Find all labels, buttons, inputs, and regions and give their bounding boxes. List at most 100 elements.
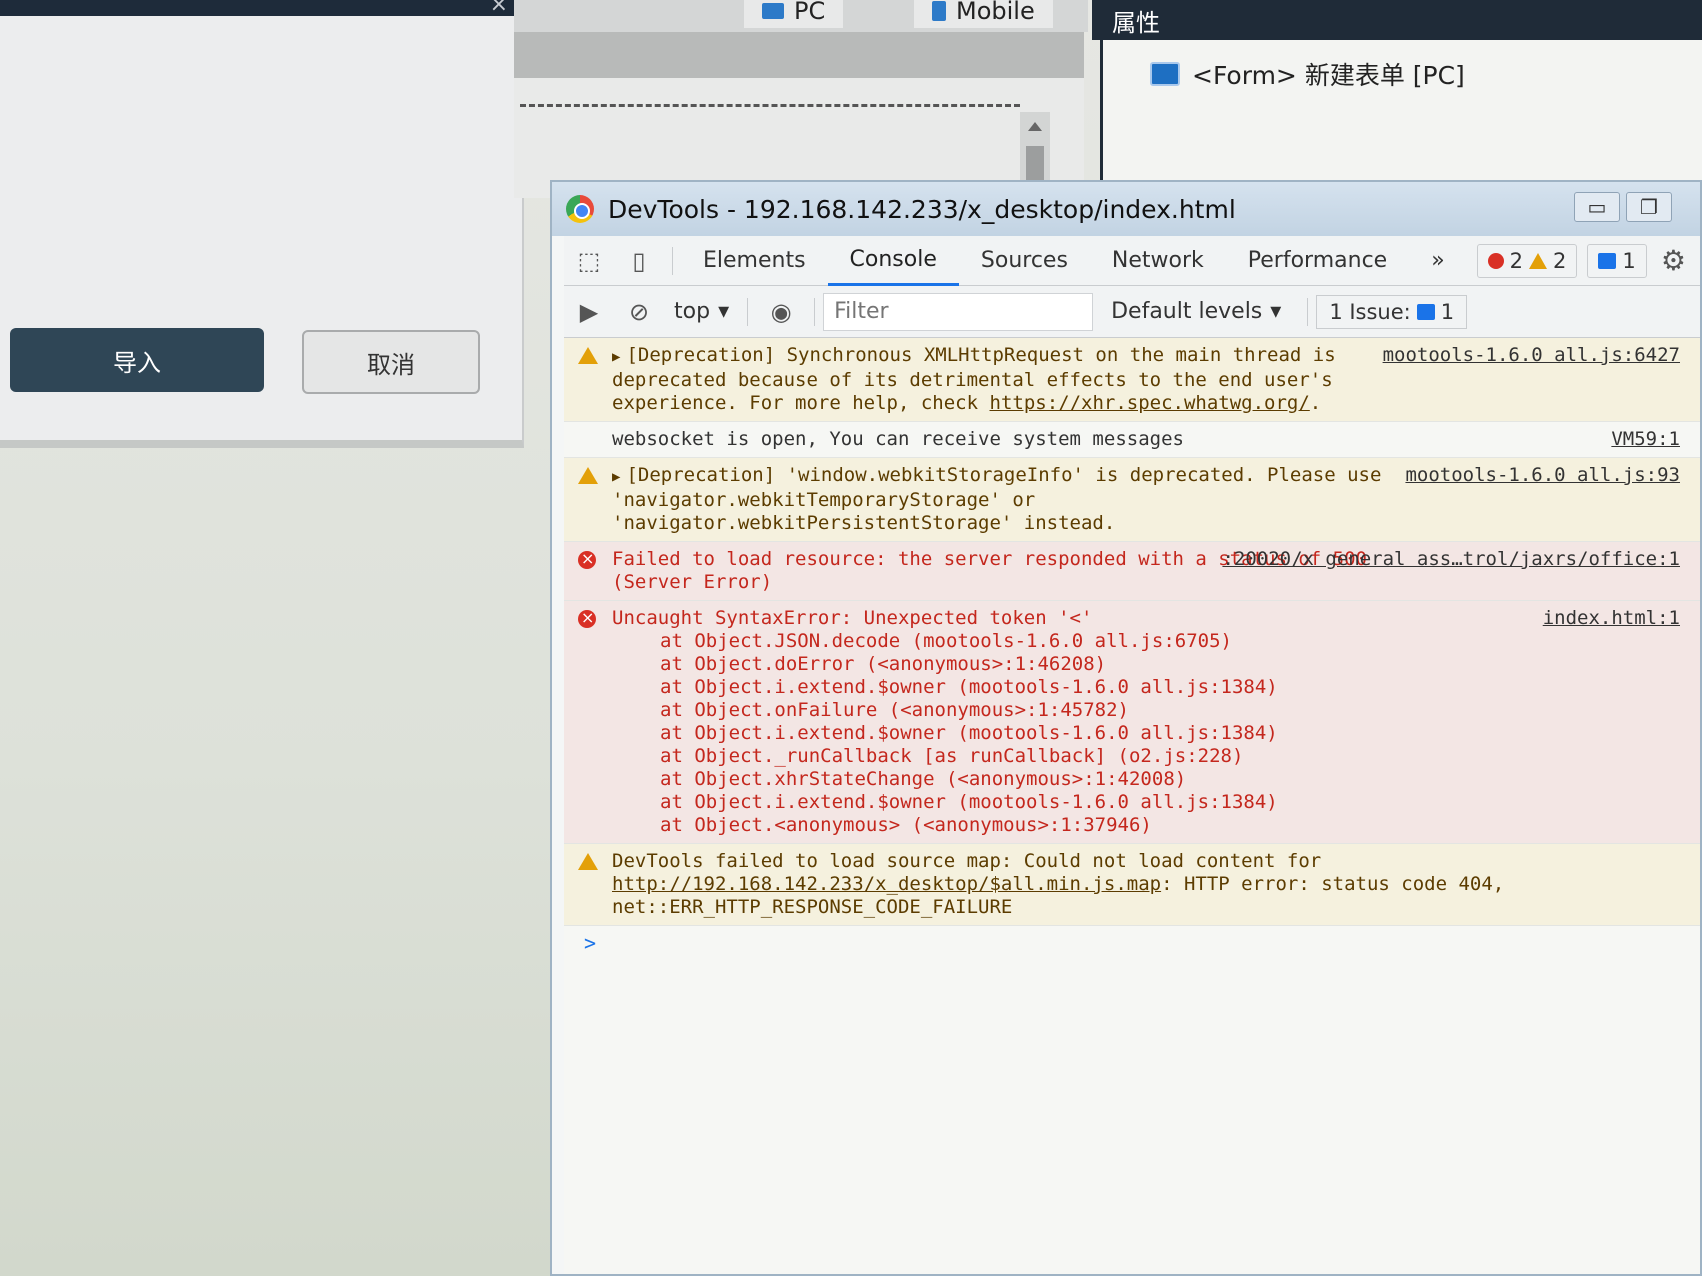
devtools-window: DevTools - 192.168.142.233/x_desktop/ind…	[550, 180, 1702, 1276]
import-dialog: × 导入 取消	[0, 0, 524, 448]
devtools-titlebar: DevTools - 192.168.142.233/x_desktop/ind…	[552, 182, 1700, 236]
expand-triangle-icon[interactable]: ▶	[612, 349, 620, 365]
tab-pc[interactable]: PC	[744, 0, 844, 28]
log-levels-select[interactable]: Default levels ▾	[1093, 299, 1299, 324]
stack-frame[interactable]: at Object.onFailure (<anonymous>:1:45782…	[660, 699, 1676, 722]
maximize-button[interactable]: ❐	[1626, 192, 1672, 222]
context-value: top	[674, 299, 711, 324]
properties-title: 属性	[1112, 8, 1160, 37]
tab-mobile[interactable]: Mobile	[914, 0, 1053, 28]
message-text: websocket is open, You can receive syste…	[612, 428, 1184, 450]
stack-frame[interactable]: at Object.i.extend.$owner (mootools-1.6.…	[660, 791, 1676, 814]
console-message-error: :20020/x general ass…trol/jaxrs/office:1…	[564, 542, 1700, 601]
message-text: DevTools failed to load source map: Coul…	[612, 850, 1676, 919]
canvas-toolbar	[514, 32, 1084, 78]
source-link[interactable]: index.html:1	[1543, 607, 1680, 630]
error-icon	[578, 606, 596, 629]
source-link[interactable]: mootools-1.6.0 all.js:93	[1405, 464, 1680, 487]
stack-trace: at Object.JSON.decode (mootools-1.6.0 al…	[612, 630, 1676, 837]
stack-frame[interactable]: at Object.<anonymous> (<anonymous>:1:379…	[660, 814, 1676, 837]
stack-frame[interactable]: at Object._runCallback [as runCallback] …	[660, 745, 1676, 768]
chrome-icon	[566, 195, 594, 223]
message-icon	[1416, 303, 1435, 320]
console-message-warning: mootools-1.6.0 all.js:93 ▶ [Deprecation] …	[564, 458, 1700, 542]
warning-icon	[1529, 252, 1548, 269]
console-message-error: index.html:1 Uncaught SyntaxError: Unexp…	[564, 601, 1700, 844]
tab-pc-label: PC	[794, 0, 826, 25]
import-button[interactable]: 导入	[10, 328, 264, 392]
message-count: 1	[1622, 248, 1636, 273]
tab-performance[interactable]: Performance	[1226, 236, 1409, 286]
clear-console-icon[interactable]: ⊘	[614, 287, 664, 337]
properties-header: 属性	[1092, 0, 1702, 40]
source-link[interactable]: mootools-1.6.0 all.js:6427	[1383, 344, 1680, 367]
message-link[interactable]: https://xhr.spec.whatwg.org/	[990, 392, 1310, 414]
divider	[747, 297, 749, 326]
warning-icon	[578, 467, 598, 484]
more-tabs-icon[interactable]: »	[1409, 236, 1466, 286]
warning-icon	[578, 347, 598, 364]
warning-count: 2	[1553, 248, 1567, 273]
form-tree-item[interactable]: <Form> 新建表单 [PC]	[1150, 56, 1465, 92]
form-tree-label: <Form> 新建表单 [PC]	[1192, 61, 1465, 90]
tab-mobile-label: Mobile	[956, 0, 1035, 25]
message-icon	[1598, 252, 1617, 269]
devtools-tabbar: ⬚ ▯ Elements Console Sources Network Per…	[564, 236, 1700, 286]
tab-console[interactable]: Console	[827, 236, 959, 286]
divider	[1307, 297, 1309, 326]
source-link[interactable]: VM59:1	[1611, 428, 1680, 451]
error-icon	[1487, 252, 1504, 269]
issues-button[interactable]: 1 Issue: 1	[1316, 294, 1468, 329]
error-count: 2	[1509, 248, 1524, 273]
mobile-icon	[932, 1, 946, 21]
monitor-icon	[762, 3, 784, 19]
console-output[interactable]: mootools-1.6.0 all.js:6427 ▶ [Deprecation…	[564, 338, 1700, 1274]
error-icon	[578, 547, 596, 570]
message-body: DevTools failed to load source map: Coul…	[612, 850, 1333, 872]
chevron-down-icon: ▾	[718, 299, 730, 324]
console-prompt[interactable]: >	[564, 926, 1700, 955]
window-title: DevTools - 192.168.142.233/x_desktop/ind…	[608, 194, 1236, 224]
divider	[814, 297, 816, 326]
monitor-icon	[1150, 62, 1180, 86]
canvas-dashed-border	[520, 104, 1020, 107]
issues-count: 1	[1440, 299, 1455, 324]
warning-icon	[578, 853, 598, 870]
issues-label: 1 Issue:	[1329, 299, 1411, 324]
message-link[interactable]: http://192.168.142.233/x_desktop/$all.mi…	[612, 873, 1161, 895]
sidebar-toggle-icon[interactable]: ▶	[564, 287, 614, 337]
expand-triangle-icon[interactable]: ▶	[612, 469, 620, 485]
minimize-button[interactable]: ▭	[1574, 192, 1620, 222]
stack-frame[interactable]: at Object.doError (<anonymous>:1:46208)	[660, 653, 1676, 676]
filter-input[interactable]	[823, 292, 1094, 331]
message-body-end: .	[1309, 392, 1322, 414]
divider	[672, 246, 673, 275]
tab-network[interactable]: Network	[1090, 236, 1226, 286]
dialog-titlebar	[0, 0, 524, 16]
cancel-button[interactable]: 取消	[302, 330, 480, 394]
console-toolbar: ▶ ⊘ top ▾ ◉ Default levels ▾ 1 Issue: 1	[564, 286, 1700, 338]
close-icon[interactable]: ×	[490, 0, 508, 17]
console-message-info: VM59:1 websocket is open, You can receiv…	[564, 422, 1700, 458]
device-toolbar-icon[interactable]: ▯	[614, 236, 664, 286]
tab-sources[interactable]: Sources	[959, 236, 1090, 286]
console-message-warning: mootools-1.6.0 all.js:6427 ▶ [Deprecation…	[564, 338, 1700, 422]
console-message-warning: DevTools failed to load source map: Coul…	[564, 844, 1700, 926]
source-link[interactable]: :20020/x general ass…trol/jaxrs/office:1	[1222, 548, 1680, 571]
stack-frame[interactable]: at Object.i.extend.$owner (mootools-1.6.…	[660, 722, 1676, 745]
message-body: [Deprecation] 'window.webkitStorageInfo'…	[612, 464, 1393, 534]
messages-counter[interactable]: 1	[1587, 243, 1647, 278]
stack-frame[interactable]: at Object.i.extend.$owner (mootools-1.6.…	[660, 676, 1676, 699]
scroll-up-icon[interactable]	[1028, 122, 1042, 131]
error-warning-counter[interactable]: 2 2	[1476, 243, 1578, 278]
stack-frame[interactable]: at Object.xhrStateChange (<anonymous>:1:…	[660, 768, 1676, 791]
gear-icon[interactable]: ⚙	[1661, 244, 1686, 277]
context-select[interactable]: top ▾	[664, 299, 739, 324]
chevron-down-icon: ▾	[1270, 299, 1282, 324]
designer-tabs: PC Mobile	[514, 0, 1088, 32]
tab-elements[interactable]: Elements	[681, 236, 828, 286]
eye-icon[interactable]: ◉	[756, 287, 806, 337]
inspect-element-icon[interactable]: ⬚	[564, 236, 614, 286]
message-text: Uncaught SyntaxError: Unexpected token '…	[612, 607, 1093, 629]
stack-frame[interactable]: at Object.JSON.decode (mootools-1.6.0 al…	[660, 630, 1676, 653]
